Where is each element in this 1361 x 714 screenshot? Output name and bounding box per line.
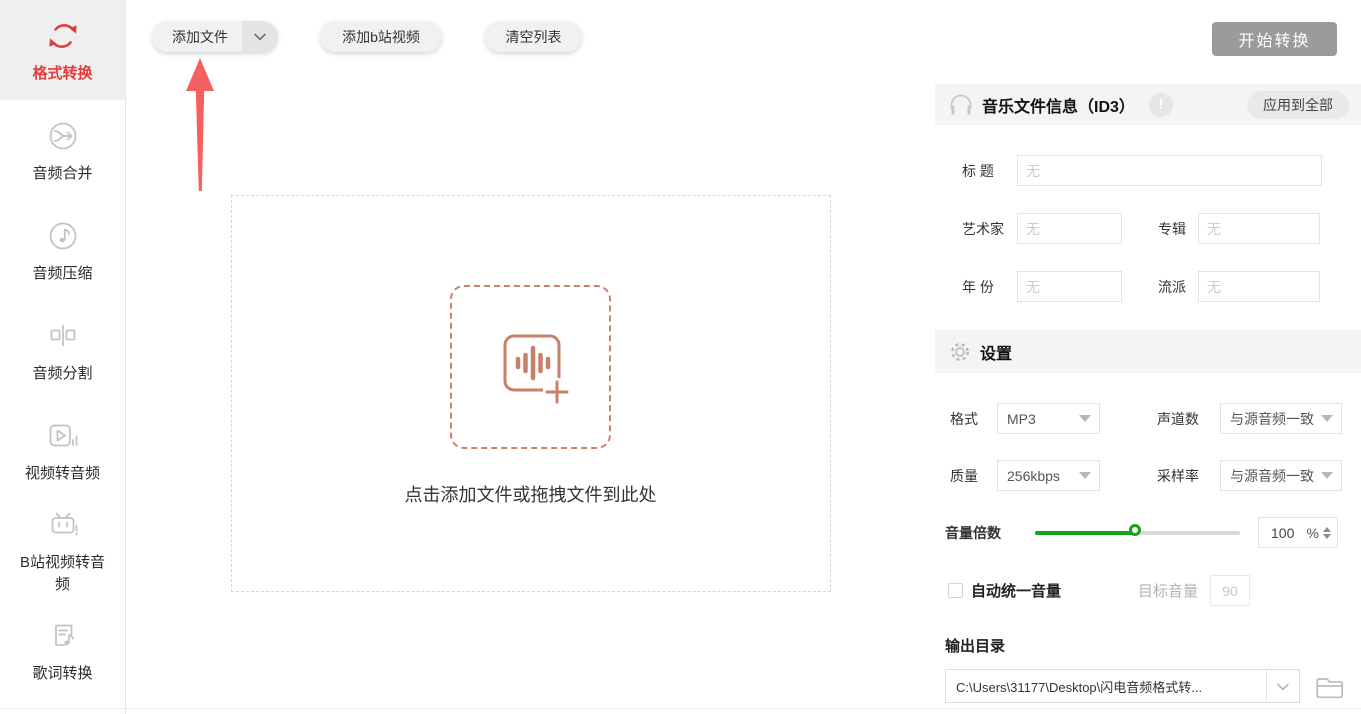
chevron-down-icon	[1277, 683, 1289, 690]
sidebar-item-label: B站视频转音频	[19, 553, 105, 593]
sidebar-item-lyrics-convert[interactable]: 歌词转换	[0, 600, 125, 700]
spinner-arrows[interactable]	[1323, 526, 1331, 539]
app-window: 格式转换 音频合并 音频压缩 音频分割 视频转音频 B站视频转音频 歌词转换 添…	[0, 0, 1361, 714]
toolbar: 添加文件 添加b站视频 清空列表 开始转换	[126, 0, 1361, 84]
bilibili-tv-icon	[51, 512, 77, 536]
quality-dropdown[interactable]: 256kbps	[997, 460, 1100, 491]
apply-to-all-button[interactable]: 应用到全部	[1247, 90, 1349, 119]
dropzone-icon-box	[450, 285, 611, 449]
file-list-area: 点击添加文件或拖拽文件到此处	[126, 84, 935, 714]
video-audio-icon	[49, 424, 77, 447]
sidebar-item-audio-split[interactable]: 音频分割	[0, 300, 125, 400]
headphones-icon	[950, 94, 972, 115]
lyrics-icon	[54, 624, 74, 646]
volume-unit: %	[1306, 524, 1319, 541]
id3-header: 音乐文件信息（ID3） ! 应用到全部	[935, 84, 1361, 125]
caret-down-icon	[1079, 472, 1091, 479]
channels-value: 与源音频一致	[1230, 410, 1314, 427]
sidebar-item-label: 格式转换	[32, 64, 93, 82]
right-panel: 音乐文件信息（ID3） ! 应用到全部 标 题 艺术家 专辑 年 份	[935, 84, 1361, 714]
channels-dropdown[interactable]: 与源音频一致	[1220, 403, 1342, 434]
add-bilibili-button[interactable]: 添加b站视频	[320, 21, 442, 52]
id3-panel-title: 音乐文件信息（ID3）	[982, 98, 1135, 116]
caret-down-icon	[1321, 415, 1333, 422]
volume-slider-fill	[1035, 530, 1138, 535]
output-dir-path: C:\Users\31177\Desktop\闪电音频格式转...	[956, 679, 1203, 695]
add-file-button[interactable]: 添加文件	[152, 21, 278, 52]
add-audio-icon	[503, 334, 571, 406]
channels-label: 声道数	[1157, 410, 1199, 427]
volume-slider-handle[interactable]	[1128, 523, 1141, 536]
caret-down-icon	[1321, 472, 1333, 479]
music-note-icon	[49, 222, 76, 250]
target-volume-input[interactable]	[1210, 575, 1250, 606]
sidebar-item-label: 音频分割	[32, 364, 93, 382]
volume-label: 音量倍数	[945, 524, 1001, 541]
samplerate-label: 采样率	[1157, 467, 1199, 484]
format-dropdown[interactable]: MP3	[997, 403, 1100, 434]
window-bottom-divider	[0, 708, 1361, 709]
artist-field-label: 艺术家	[962, 220, 1004, 237]
year-field-input[interactable]	[1017, 271, 1122, 302]
quality-label: 质量	[950, 467, 978, 484]
settings-panel-title: 设置	[980, 345, 1013, 363]
year-field-label: 年 份	[962, 278, 994, 295]
sidebar-item-label: 视频转音频	[24, 464, 100, 482]
file-dropzone[interactable]: 点击添加文件或拖拽文件到此处	[230, 195, 831, 592]
spin-down-icon[interactable]	[1323, 533, 1331, 539]
clear-list-button[interactable]: 清空列表	[485, 21, 582, 52]
split-icon	[50, 324, 75, 347]
volume-value: 100	[1271, 524, 1295, 541]
title-field-input[interactable]	[1017, 155, 1322, 186]
album-field-label: 专辑	[1158, 220, 1186, 237]
gear-icon	[951, 342, 969, 361]
genre-field-input[interactable]	[1198, 271, 1320, 302]
dropzone-hint: 点击添加文件或拖拽文件到此处	[404, 485, 657, 505]
merge-icon	[49, 122, 76, 150]
quality-value: 256kbps	[1007, 467, 1060, 484]
target-volume-label: 目标音量	[1138, 583, 1199, 600]
folder-icon	[1316, 677, 1344, 698]
sidebar-item-label: 音频合并	[32, 164, 93, 182]
format-label: 格式	[950, 410, 978, 427]
sidebar-item-label: 音频压缩	[32, 264, 93, 282]
annotation-arrow	[186, 58, 214, 191]
output-dir-combobox[interactable]: C:\Users\31177\Desktop\闪电音频格式转...	[945, 669, 1300, 703]
start-convert-button[interactable]: 开始转换	[1212, 22, 1337, 56]
settings-header: 设置	[935, 330, 1361, 373]
genre-field-label: 流派	[1158, 278, 1186, 295]
volume-slider[interactable]	[1035, 523, 1240, 536]
sidebar-item-video-to-audio[interactable]: 视频转音频	[0, 400, 125, 500]
samplerate-value: 与源音频一致	[1230, 467, 1314, 484]
sidebar-item-format-convert[interactable]: 格式转换	[0, 0, 125, 100]
browse-folder-button[interactable]	[1313, 669, 1347, 703]
body: 点击添加文件或拖拽文件到此处 音乐文件信息（ID3） ! 应用到全部 标 题 无…	[126, 84, 1361, 714]
caret-down-icon	[1079, 415, 1091, 422]
spin-up-icon[interactable]	[1323, 526, 1331, 532]
title-field-label: 标 题	[962, 162, 994, 179]
sidebar: 格式转换 音频合并 音频压缩 音频分割 视频转音频 B站视频转音频 歌词转换	[0, 0, 126, 714]
output-dir-dropdown[interactable]	[1266, 670, 1299, 702]
sidebar-item-audio-compress[interactable]: 音频压缩	[0, 200, 125, 300]
album-field-input[interactable]	[1198, 213, 1320, 244]
auto-normalize-label: 自动统一音量	[971, 583, 1062, 600]
add-file-dropdown[interactable]	[242, 21, 278, 52]
add-file-label[interactable]: 添加文件	[152, 21, 242, 52]
samplerate-dropdown[interactable]: 与源音频一致	[1220, 460, 1342, 491]
output-dir-label: 输出目录	[945, 638, 1006, 655]
format-value: MP3	[1007, 410, 1036, 427]
volume-spinner[interactable]: 100 %	[1258, 517, 1338, 548]
refresh-icon	[49, 23, 76, 48]
chevron-down-icon	[254, 33, 266, 41]
sidebar-item-audio-merge[interactable]: 音频合并	[0, 100, 125, 200]
sidebar-item-label: 歌词转换	[32, 664, 93, 682]
main-area: 添加文件 添加b站视频 清空列表 开始转换 点击添加文件或拖拽文件到此处 音乐文…	[126, 0, 1361, 714]
artist-field-input[interactable]	[1017, 213, 1122, 244]
info-icon[interactable]: !	[1148, 92, 1173, 117]
auto-normalize-checkbox[interactable]	[948, 583, 963, 598]
sidebar-item-bilibili-to-audio[interactable]: B站视频转音频	[0, 500, 125, 600]
